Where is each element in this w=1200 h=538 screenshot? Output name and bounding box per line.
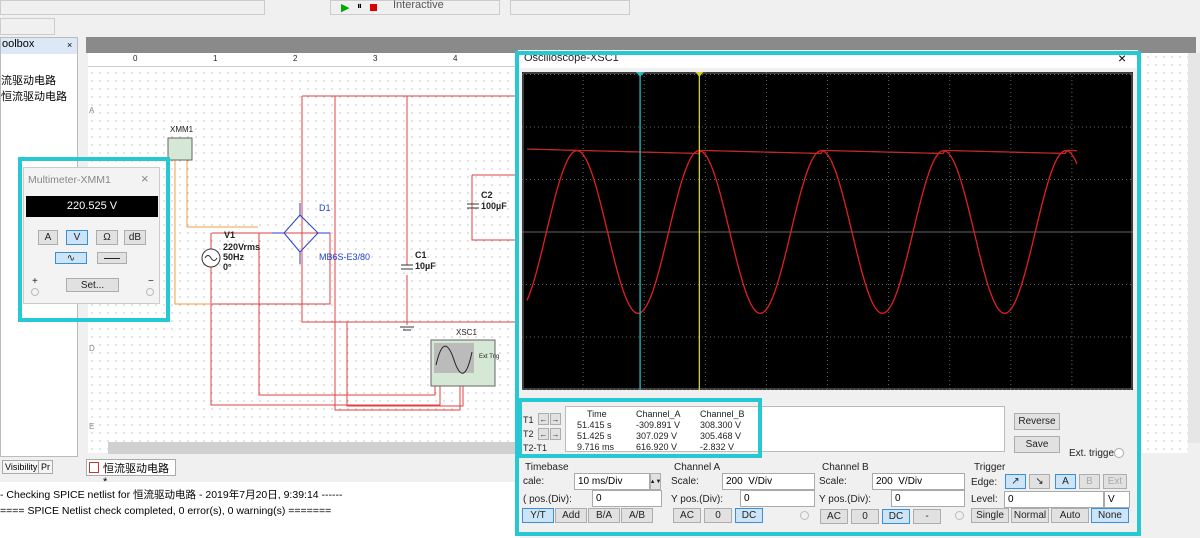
highlight-frame: [515, 51, 1141, 536]
toolbox-tab-visibility[interactable]: Visibility: [2, 460, 41, 474]
vertical-scrollbar[interactable]: [1188, 53, 1200, 443]
document-tab[interactable]: 恒流驱动电路 *: [86, 459, 176, 488]
c1-value: 10µF: [415, 261, 436, 271]
log-line: ==== SPICE Netlist check completed, 0 er…: [0, 505, 332, 517]
c2-label: C2: [481, 190, 493, 200]
toolbox-tab-project[interactable]: Pr: [38, 460, 53, 474]
d1-part: MB6S-E3/80: [319, 252, 371, 262]
xmm1-label: XMM1: [170, 125, 194, 134]
v1-phase: 0°: [223, 262, 232, 272]
log-line: - Checking SPICE netlist for 恒流驱动电路 - 20…: [0, 489, 343, 501]
v1-frequency: 50Hz: [223, 252, 245, 262]
highlight-frame: [518, 398, 762, 458]
c2-value: 100µF: [481, 201, 507, 211]
c1-label: C1: [415, 250, 427, 260]
schematic-icon: [89, 462, 99, 473]
ext-trig-label: Ext Trig: [479, 354, 500, 360]
xsc1-label: XSC1: [456, 328, 477, 337]
d1-label: D1: [319, 203, 331, 213]
horizontal-scrollbar[interactable]: [108, 442, 520, 454]
v1-label: V1: [224, 230, 236, 240]
highlight-frame: [18, 157, 170, 322]
log-panel: - Checking SPICE netlist for 恒流驱动电路 - 20…: [0, 482, 520, 538]
instruments-toolbar: [510, 0, 630, 15]
v1-voltage: 220Vrms: [223, 242, 261, 252]
